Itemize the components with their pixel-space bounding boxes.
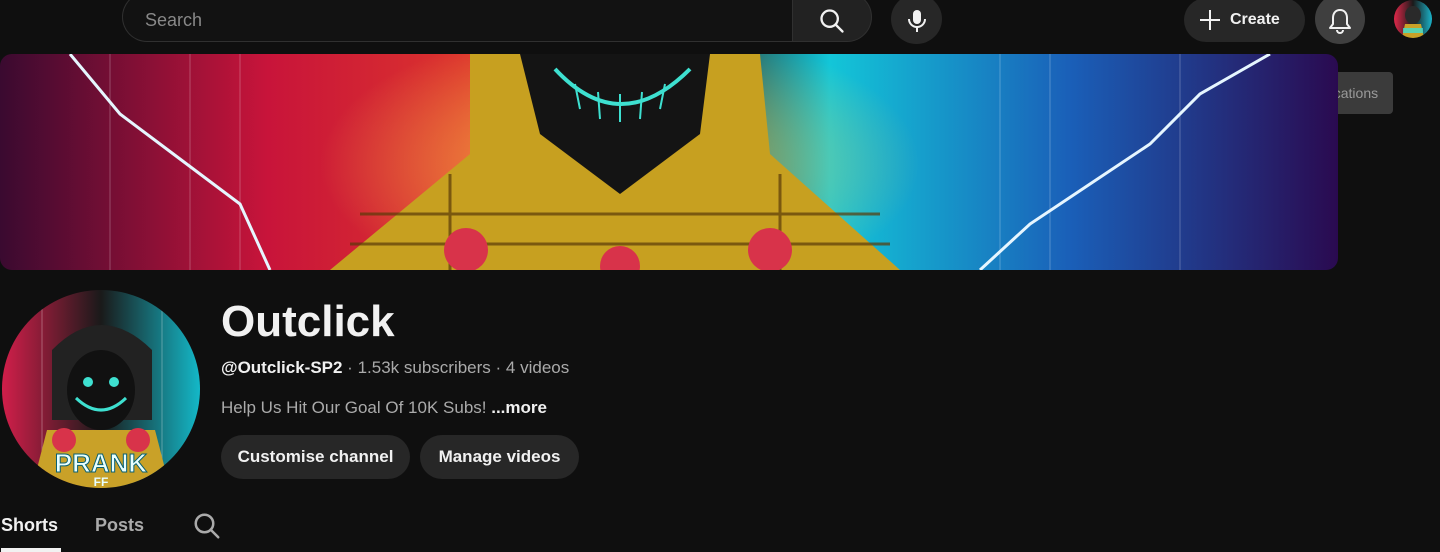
channel-banner — [0, 54, 1338, 270]
subscriber-count: 1.53k subscribers — [357, 358, 491, 377]
tab-shorts[interactable]: Shorts — [1, 513, 58, 537]
channel-description[interactable]: Help Us Hit Our Goal Of 10K Subs! ...mor… — [221, 397, 547, 419]
avatar-image — [1394, 0, 1432, 38]
mic-icon — [907, 10, 926, 32]
channel-meta: @Outclick-SP2 · 1.53k subscribers · 4 vi… — [221, 357, 569, 379]
tab-selected-indicator — [1, 548, 61, 552]
channel-handle: @Outclick-SP2 — [221, 358, 343, 377]
description-text: Help Us Hit Our Goal Of 10K Subs! — [221, 398, 492, 417]
video-count: 4 videos — [505, 358, 570, 377]
create-label: Create — [1230, 11, 1280, 28]
search-box[interactable] — [122, 0, 792, 42]
bell-icon — [1329, 9, 1351, 34]
voice-search-button[interactable] — [891, 0, 942, 44]
tab-search-button[interactable] — [192, 511, 222, 541]
meta-separator: · — [342, 358, 358, 377]
avatar-prank-text: PRANK — [55, 448, 148, 478]
customise-channel-button[interactable]: Customise channel — [221, 435, 410, 479]
meta-separator: · — [490, 358, 506, 377]
search-input[interactable] — [143, 7, 747, 33]
search-button[interactable] — [792, 0, 872, 42]
search-icon — [194, 513, 220, 539]
avatar-ff-text: FF — [94, 475, 109, 488]
account-avatar[interactable] — [1394, 0, 1432, 38]
plus-icon — [1200, 10, 1220, 30]
banner-image — [0, 54, 1338, 270]
channel-avatar-image: PRANK FF — [2, 290, 200, 488]
manage-videos-button[interactable]: Manage videos — [420, 435, 579, 479]
create-button[interactable]: Create — [1184, 0, 1305, 42]
channel-name: Outclick — [221, 297, 395, 346]
search-icon — [820, 9, 844, 33]
notifications-button[interactable] — [1315, 0, 1365, 44]
tab-posts[interactable]: Posts — [95, 513, 144, 537]
channel-avatar[interactable]: PRANK FF — [2, 290, 200, 488]
more-link[interactable]: ...more — [491, 398, 547, 417]
